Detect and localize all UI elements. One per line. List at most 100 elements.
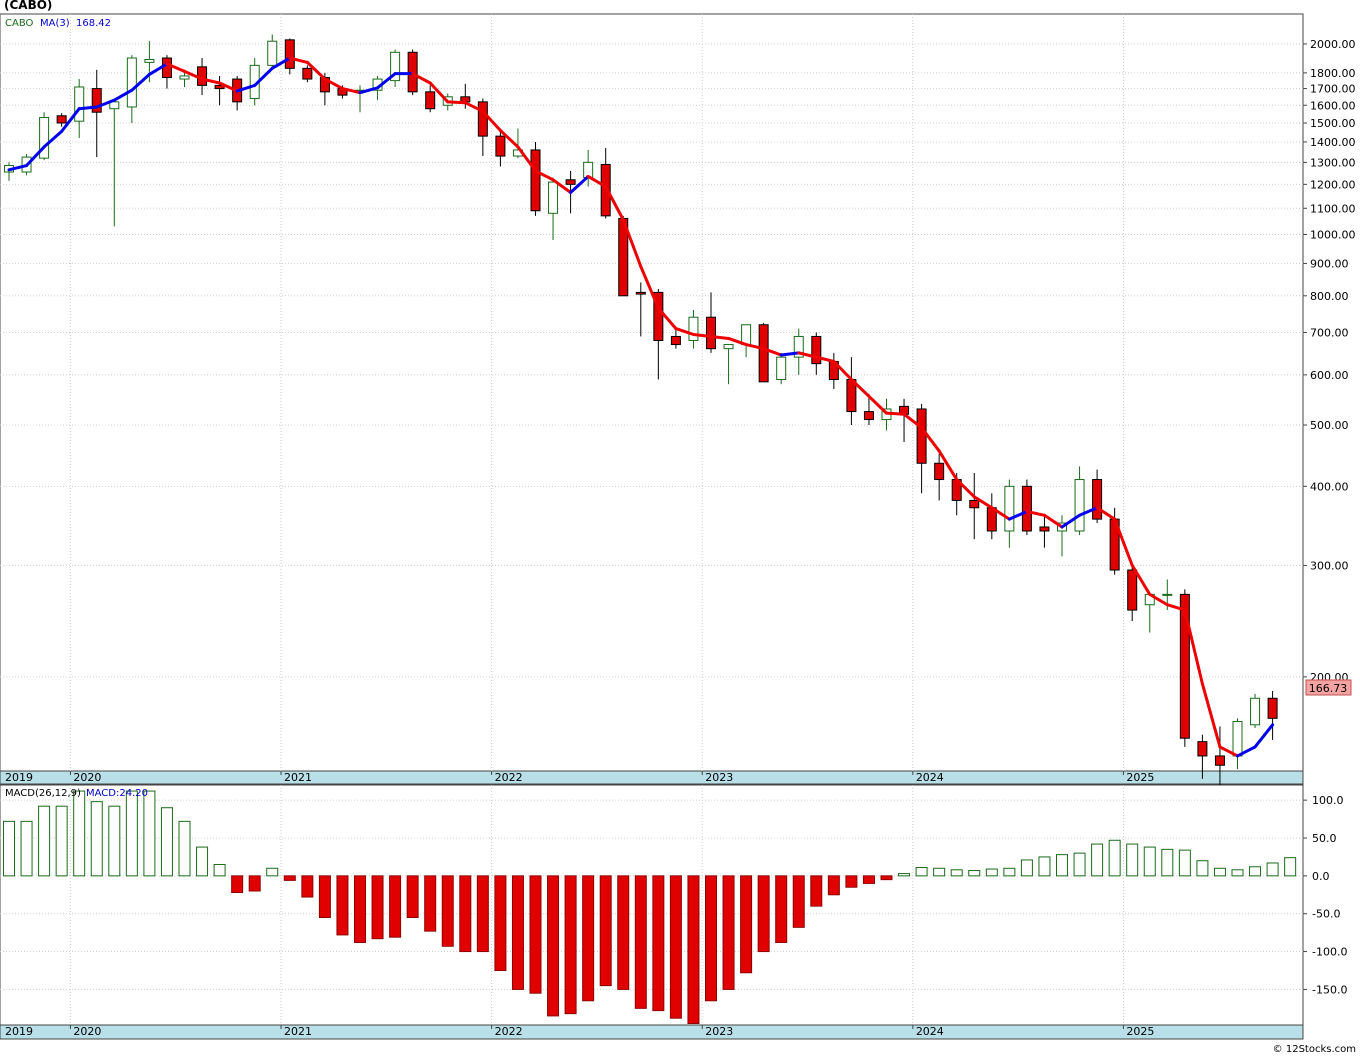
macd-y-tick-label: -100.0: [1312, 946, 1347, 959]
price-y-tick-label: 1000.00: [1310, 228, 1356, 241]
macd-y-tick-label: 100.0: [1312, 794, 1344, 807]
candle-body: [1092, 479, 1103, 520]
price-y-tick-label: 1300.00: [1310, 156, 1356, 169]
macd-bar: [1266, 862, 1279, 877]
macd-bar: [1056, 854, 1068, 877]
macd-bar: [1091, 843, 1104, 877]
macd-bar: [968, 870, 981, 877]
candle-body: [1127, 569, 1138, 611]
price-y-tick-label: 1800.00: [1310, 67, 1356, 80]
price-y-tick-label: 900.00: [1310, 257, 1349, 270]
candle-body: [1162, 593, 1173, 596]
candle-body: [969, 499, 980, 509]
price-y-tick-label: 600.00: [1310, 369, 1349, 382]
macd-bar: [652, 875, 665, 1012]
macd-bar: [213, 863, 226, 877]
macd-bar: [459, 875, 472, 953]
macd-bar: [476, 875, 489, 953]
price-x-label: 2024: [916, 771, 944, 784]
macd-bar: [722, 875, 735, 990]
macd-bar: [248, 875, 261, 892]
candle-body: [1250, 697, 1261, 726]
price-y-tick-label: 500.00: [1310, 419, 1349, 432]
macd-bar: [511, 875, 524, 990]
candle-body: [495, 135, 506, 157]
candle-body: [635, 291, 646, 295]
ma-segment: [446, 100, 467, 105]
macd-bar: [1231, 869, 1244, 877]
candle-body: [1039, 526, 1050, 532]
candle-body: [477, 101, 488, 137]
macd-bar: [547, 875, 560, 1017]
candle-body: [1004, 485, 1015, 532]
macd-bar: [582, 875, 595, 1002]
macd-bar: [1038, 856, 1051, 877]
macd-bar: [406, 875, 419, 918]
candle-body: [1232, 721, 1243, 757]
macd-y-tick-label: -150.0: [1312, 983, 1347, 996]
candle-body: [425, 91, 436, 110]
candle-body: [74, 86, 85, 122]
price-y-tick-label: 1400.00: [1310, 136, 1356, 149]
macd-bar: [1196, 860, 1209, 877]
candle-body: [161, 57, 172, 79]
macd-bar: [160, 807, 173, 877]
price-x-label: 2023: [705, 771, 733, 784]
macd-y-axis: 100.0 50.0 0.0 -50.0 -100.0 -150.0: [1303, 794, 1347, 996]
price-x-label: 2022: [495, 771, 523, 784]
candle-body: [1267, 697, 1278, 719]
macd-bar: [301, 875, 314, 898]
macd-bar: [389, 875, 402, 938]
macd-bar: [178, 820, 191, 877]
candle-body: [706, 316, 716, 350]
price-y-tick-label: 1100.00: [1310, 202, 1356, 215]
candle-body: [1214, 755, 1225, 766]
price-y-tick-label: 300.00: [1310, 559, 1349, 572]
macd-x-label: 2024: [916, 1025, 944, 1038]
macd-bar: [792, 875, 805, 928]
macd-y-tick-label: 0.0: [1312, 870, 1330, 883]
macd-bar: [1249, 866, 1262, 877]
price-x-axis-band: [0, 770, 1304, 785]
macd-bar: [231, 875, 244, 894]
macd-bar: [599, 875, 612, 987]
candle-body: [1021, 485, 1032, 532]
price-y-tick-label: 700.00: [1310, 326, 1349, 339]
macd-bar: [494, 875, 507, 971]
macd-bar: [775, 875, 788, 943]
candle-body: [284, 39, 295, 69]
ma-segment: [691, 332, 713, 338]
macd-bar: [705, 875, 717, 1002]
price-and-macd-chart: 200.00300.00400.00500.00600.00700.00800.…: [0, 13, 1356, 1055]
price-x-label: 2021: [284, 771, 312, 784]
macd-bar: [1161, 848, 1174, 877]
macd-bar: [1178, 849, 1191, 877]
candle-body: [1074, 479, 1085, 532]
macd-x-axis-band: [0, 1024, 1304, 1040]
macd-bar: [950, 869, 963, 877]
candle-body: [56, 115, 67, 124]
price-y-axis: 200.00300.00400.00500.00600.00700.00800.…: [1303, 38, 1356, 684]
price-y-tick-label: 1700.00: [1310, 83, 1356, 96]
price-x-label: 2020: [73, 771, 101, 784]
macd-bar: [354, 875, 366, 943]
macd-bar: [810, 875, 823, 907]
macd-bar: [1108, 839, 1121, 877]
macd-bar: [125, 790, 138, 877]
macd-bar: [266, 867, 279, 877]
candle-body: [1197, 741, 1208, 757]
macd-bar: [1284, 857, 1297, 877]
price-y-tick-label: 800.00: [1310, 290, 1349, 303]
macd-bar: [38, 805, 51, 877]
macd-bar: [1020, 859, 1033, 877]
macd-bar: [845, 875, 858, 888]
candle-body: [688, 316, 699, 341]
ma-segment: [885, 411, 906, 416]
macd-x-label: 2019: [5, 1025, 33, 1038]
ma-segment: [709, 334, 731, 340]
price-x-label: 2025: [1126, 771, 1154, 784]
macd-bar: [880, 875, 893, 881]
macd-bar: [441, 875, 454, 947]
candle-body: [758, 324, 769, 383]
price-y-tick-label: 1500.00: [1310, 117, 1356, 130]
